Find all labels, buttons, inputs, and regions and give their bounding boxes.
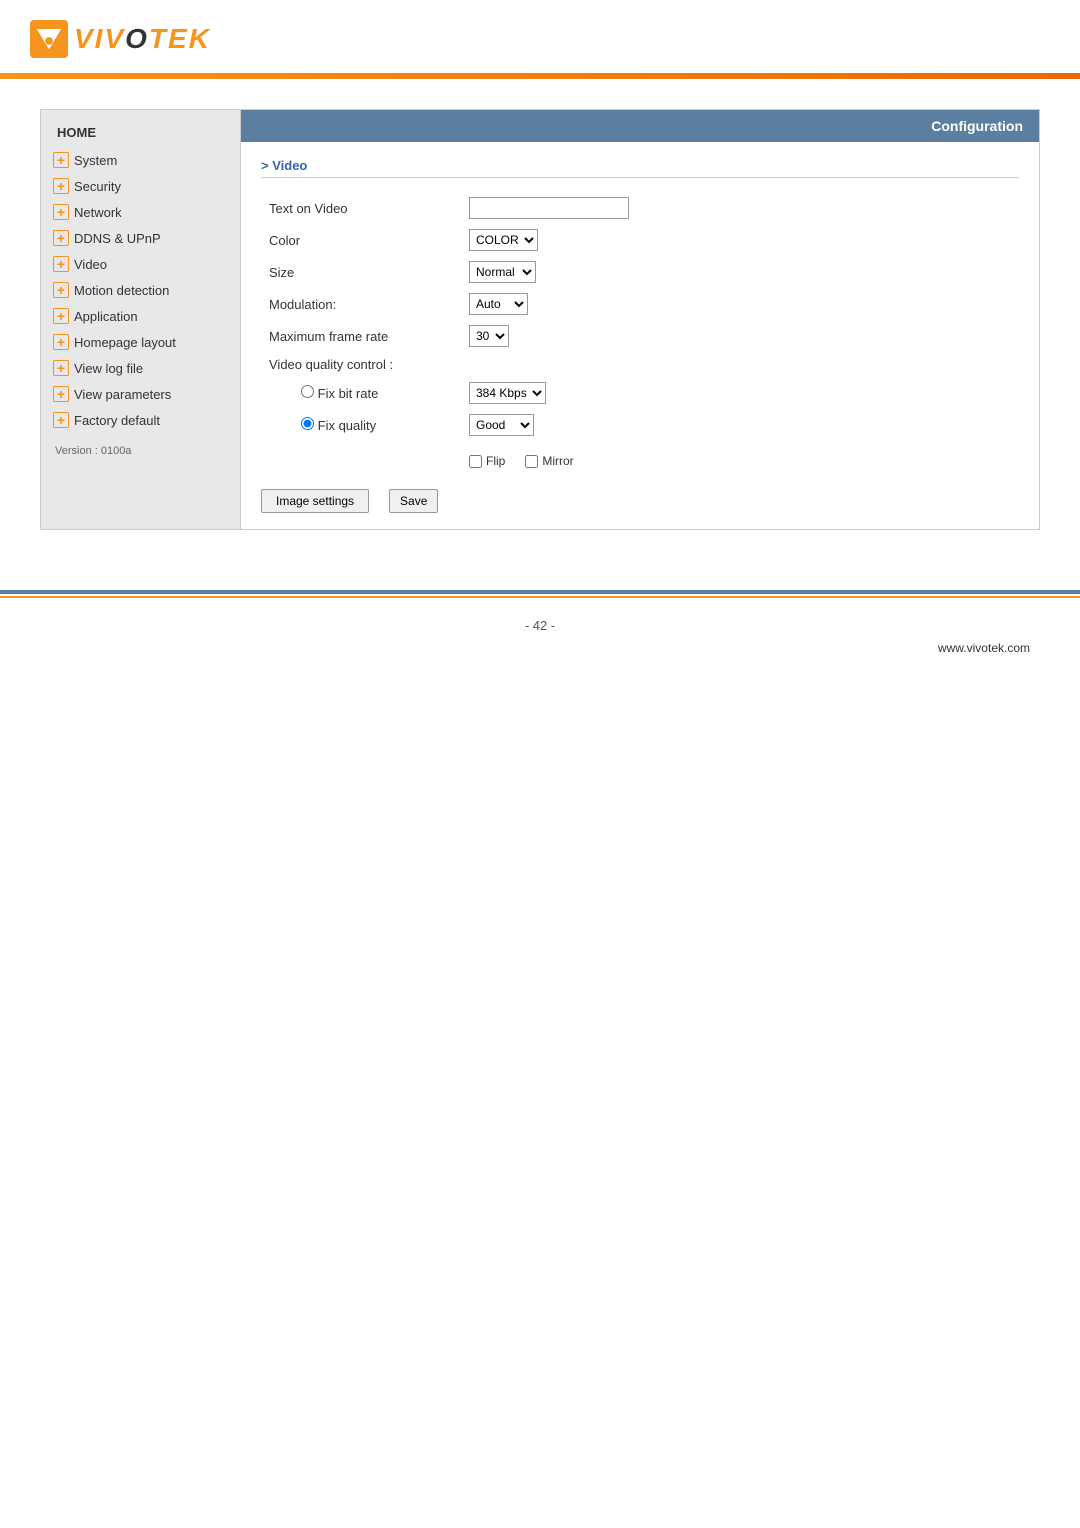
sidebar-item-viewlog[interactable]: + View log file (41, 355, 240, 381)
bottom-bar-1 (0, 590, 1080, 594)
sidebar-item-application[interactable]: + Application (41, 303, 240, 329)
plus-icon-motion: + (53, 282, 69, 298)
sidebar-label-security: Security (74, 179, 121, 194)
sidebar-label-application: Application (74, 309, 138, 324)
sidebar-item-motion[interactable]: + Motion detection (41, 277, 240, 303)
bottom-bar-2 (0, 596, 1080, 598)
sidebar-home-label: HOME (57, 125, 96, 140)
plus-icon-homepage: + (53, 334, 69, 350)
sidebar-item-factory[interactable]: + Factory default (41, 407, 240, 433)
bottom-decorative-bars (0, 590, 1080, 598)
fix-quality-select[interactable]: Good Normal Fair Poor (469, 414, 534, 436)
max-frame-rate-label: Maximum frame rate (261, 320, 461, 352)
quality-control-label: Video quality control : (261, 352, 461, 377)
modulation-value: Auto NTSC PAL (461, 288, 1019, 320)
sidebar: HOME + System + Security + Network + DDN… (41, 110, 241, 529)
plus-icon-security: + (53, 178, 69, 194)
fix-bit-rate-radio[interactable] (301, 385, 314, 398)
logo-text: VIVOTEK (74, 23, 211, 55)
flip-label[interactable]: Flip (469, 454, 505, 468)
image-settings-button[interactable]: Image settings (261, 489, 369, 513)
color-select[interactable]: COLOR B/W (469, 229, 538, 251)
mirror-label[interactable]: Mirror (525, 454, 573, 468)
plus-icon-network: + (53, 204, 69, 220)
fix-bit-rate-radio-container: Fix bit rate (301, 386, 378, 401)
fix-quality-radio-container: Fix quality (301, 418, 376, 433)
table-row-modulation: Modulation: Auto NTSC PAL (261, 288, 1019, 320)
color-label: Color (261, 224, 461, 256)
color-value: COLOR B/W (461, 224, 1019, 256)
size-value: Normal Half Quarter (461, 256, 1019, 288)
sidebar-label-ddns: DDNS & UPnP (74, 231, 161, 246)
fix-bit-rate-select[interactable]: 384 Kbps 512 Kbps 768 Kbps 1 Mbps 1.5 Mb… (469, 382, 546, 404)
save-button[interactable]: Save (389, 489, 438, 513)
table-row-fix-bit-rate: Fix bit rate 384 Kbps 512 Kbps 768 Kbps … (261, 377, 1019, 409)
plus-icon-viewlog: + (53, 360, 69, 376)
main-container: HOME + System + Security + Network + DDN… (40, 109, 1040, 530)
plus-icon-system: + (53, 152, 69, 168)
table-row-maxframerate: Maximum frame rate 30 25 20 15 10 5 (261, 320, 1019, 352)
sidebar-item-system[interactable]: + System (41, 147, 240, 173)
plus-icon-factory: + (53, 412, 69, 428)
version-text: Version : 0100a (41, 433, 240, 469)
sidebar-label-viewparams: View parameters (74, 387, 171, 402)
max-frame-rate-value: 30 25 20 15 10 5 (461, 320, 1019, 352)
sidebar-label-system: System (74, 153, 117, 168)
sidebar-label-motion: Motion detection (74, 283, 169, 298)
text-on-video-input[interactable] (469, 197, 629, 219)
table-row-fix-quality: Fix quality Good Normal Fair Poor (261, 409, 1019, 441)
sidebar-item-video[interactable]: + Video (41, 251, 240, 277)
plus-icon-viewparams: + (53, 386, 69, 402)
fix-quality-radio[interactable] (301, 417, 314, 430)
size-select[interactable]: Normal Half Quarter (469, 261, 536, 283)
flip-checkbox[interactable] (469, 455, 482, 468)
sidebar-item-homepage[interactable]: + Homepage layout (41, 329, 240, 355)
text-on-video-label: Text on Video (261, 192, 461, 224)
fix-quality-select-cell: Good Normal Fair Poor (461, 409, 1019, 441)
button-row: Image settings Save (261, 489, 1019, 513)
fix-bit-rate-label: Fix bit rate (318, 386, 379, 401)
fix-bit-rate-select-cell: 384 Kbps 512 Kbps 768 Kbps 1 Mbps 1.5 Mb… (461, 377, 1019, 409)
config-header: Configuration (241, 110, 1039, 142)
table-row-size: Size Normal Half Quarter (261, 256, 1019, 288)
footer-url: www.vivotek.com (0, 641, 1080, 655)
sidebar-label-network: Network (74, 205, 122, 220)
fix-quality-label: Fix quality (318, 418, 377, 433)
plus-icon-video: + (53, 256, 69, 272)
table-row-flip-mirror: Flip Mirror (261, 441, 1019, 473)
sidebar-item-security[interactable]: + Security (41, 173, 240, 199)
sidebar-label-factory: Factory default (74, 413, 160, 428)
modulation-label: Modulation: (261, 288, 461, 320)
video-form-table: Text on Video Color COLOR B/W (261, 192, 1019, 473)
text-on-video-value (461, 192, 1019, 224)
table-row-quality-label: Video quality control : (261, 352, 1019, 377)
size-label: Size (261, 256, 461, 288)
sidebar-label-homepage: Homepage layout (74, 335, 176, 350)
plus-icon-application: + (53, 308, 69, 324)
header: VIVOTEK (0, 0, 1080, 73)
vivotek-logo-icon (30, 20, 68, 58)
table-row-text-on-video: Text on Video (261, 192, 1019, 224)
logo-area: VIVOTEK (30, 20, 1050, 58)
sidebar-label-video: Video (74, 257, 107, 272)
section-title: > Video (261, 158, 1019, 178)
modulation-select[interactable]: Auto NTSC PAL (469, 293, 528, 315)
mirror-checkbox[interactable] (525, 455, 538, 468)
max-frame-rate-select[interactable]: 30 25 20 15 10 5 (469, 325, 509, 347)
sidebar-item-ddns[interactable]: + DDNS & UPnP (41, 225, 240, 251)
top-decorative-bar (0, 73, 1080, 79)
sidebar-label-viewlog: View log file (74, 361, 143, 376)
content-area: Configuration > Video Text on Video Colo… (241, 110, 1039, 529)
plus-icon-ddns: + (53, 230, 69, 246)
sidebar-item-network[interactable]: + Network (41, 199, 240, 225)
sidebar-item-home[interactable]: HOME (41, 120, 240, 145)
flip-mirror-row: Flip Mirror (469, 454, 1011, 468)
page-number: - 42 - (0, 618, 1080, 633)
sidebar-item-viewparams[interactable]: + View parameters (41, 381, 240, 407)
table-row-color: Color COLOR B/W (261, 224, 1019, 256)
content-inner: > Video Text on Video Color COLOR B/W (241, 142, 1039, 529)
